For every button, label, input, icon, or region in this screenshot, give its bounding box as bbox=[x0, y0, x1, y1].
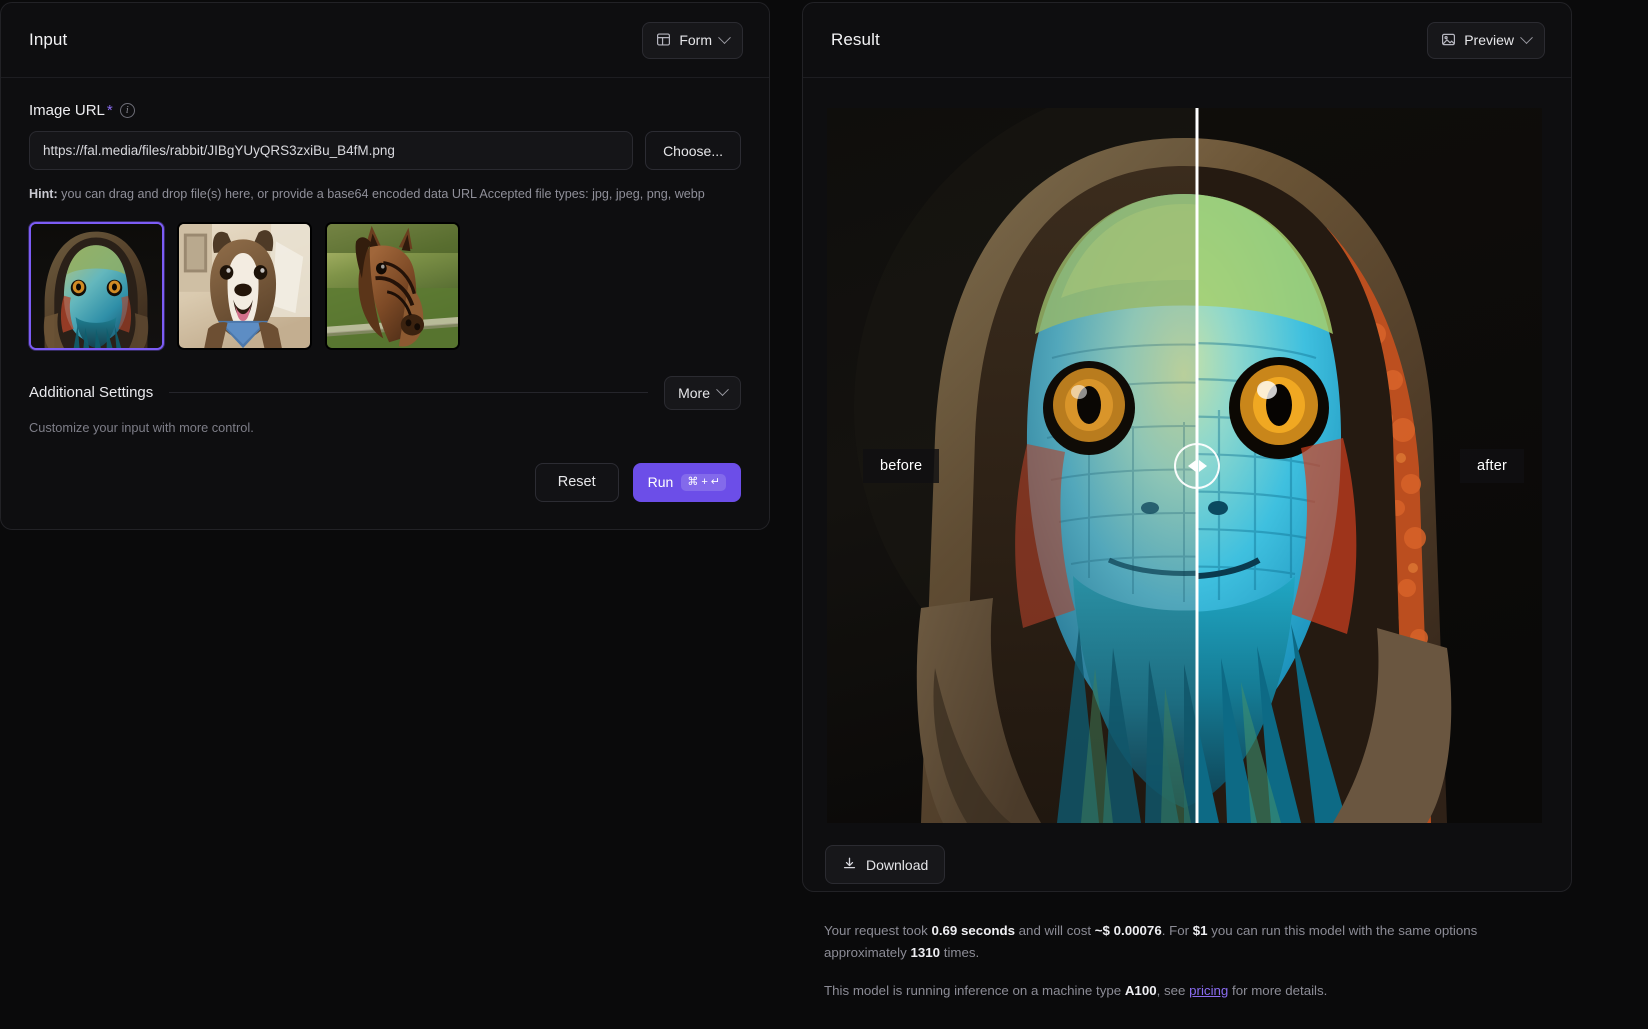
divider bbox=[169, 392, 649, 394]
choose-file-button[interactable]: Choose... bbox=[645, 131, 741, 170]
hint-text: you can drag and drop file(s) here, or p… bbox=[57, 187, 705, 201]
horse-thumbnail[interactable] bbox=[325, 221, 460, 350]
form-view-toggle-button[interactable]: Form bbox=[642, 21, 743, 59]
run-button-label: Run bbox=[647, 474, 674, 491]
right-arrow-icon bbox=[1198, 459, 1207, 472]
machine-note-text-3: for more details. bbox=[1228, 983, 1328, 999]
image-url-label: Image URL bbox=[29, 102, 105, 119]
shortcut-modifier: ⌘ bbox=[687, 475, 699, 488]
result-panel-header: Result Preview bbox=[803, 3, 1571, 77]
usage-notes: Your request took 0.69 seconds and will … bbox=[802, 892, 1522, 1002]
info-circle-icon[interactable]: i bbox=[119, 103, 135, 118]
machine-type: A100 bbox=[1124, 983, 1157, 999]
result-panel-title: Result bbox=[831, 30, 880, 49]
request-cost: ~$ 0.00076 bbox=[1094, 923, 1162, 938]
chevron-down-icon bbox=[718, 30, 731, 44]
shortcut-key: ↵ bbox=[710, 475, 720, 488]
comparison-slider-handle[interactable] bbox=[1174, 442, 1221, 489]
download-button[interactable]: Download bbox=[825, 845, 946, 884]
result-panel: Result Preview before after Download You… bbox=[802, 2, 1572, 1029]
preview-view-toggle-label: Preview bbox=[1464, 32, 1514, 48]
left-arrow-icon bbox=[1187, 459, 1196, 472]
input-panel: Input Form Image URL * i https://fal.med… bbox=[0, 2, 770, 530]
after-image-clip bbox=[1197, 108, 1542, 823]
download-button-label: Download bbox=[866, 856, 929, 873]
run-button[interactable]: Run ⌘ + ↵ bbox=[632, 462, 741, 502]
required-marker: * bbox=[106, 102, 113, 119]
machine-note-text-1: This model is running inference on a mac… bbox=[824, 983, 1125, 999]
after-image bbox=[1197, 108, 1542, 823]
before-after-comparison-slider[interactable]: before after bbox=[827, 108, 1542, 823]
download-icon bbox=[842, 856, 857, 873]
run-shortcut-badge: ⌘ + ↵ bbox=[681, 473, 726, 491]
additional-settings-header: Additional Settings More bbox=[29, 375, 741, 410]
shortcut-plus: + bbox=[701, 475, 708, 488]
hooded-lizard-thumbnail[interactable] bbox=[29, 221, 164, 350]
request-duration: 0.69 seconds bbox=[931, 923, 1015, 938]
pricing-link[interactable]: pricing bbox=[1189, 983, 1228, 998]
image-url-row: Choose... bbox=[29, 131, 741, 170]
result-panel-body: before after Download bbox=[803, 77, 1571, 891]
additional-settings-title: Additional Settings bbox=[29, 384, 154, 402]
download-row: Download bbox=[825, 845, 1543, 884]
image-url-label-row: Image URL * i bbox=[29, 102, 741, 119]
sample-thumbnails bbox=[29, 221, 741, 350]
chevron-down-icon bbox=[716, 383, 729, 397]
app-root: Input Form Image URL * i https://fal.med… bbox=[0, 0, 1648, 1029]
layout-panel-icon bbox=[656, 32, 671, 49]
cost-note-text-1: Your request took bbox=[824, 923, 932, 938]
more-settings-label: More bbox=[678, 384, 710, 401]
image-url-input[interactable] bbox=[29, 131, 634, 170]
image-icon bbox=[1441, 32, 1456, 49]
reset-button[interactable]: Reset bbox=[534, 462, 619, 502]
chevron-down-icon bbox=[1520, 30, 1533, 44]
preview-view-toggle-button[interactable]: Preview bbox=[1427, 21, 1545, 59]
more-settings-button[interactable]: More bbox=[664, 375, 741, 410]
input-panel-header: Input Form bbox=[1, 3, 769, 77]
input-panel-body: Image URL * i Choose... Hint: you can dr… bbox=[1, 77, 769, 529]
form-view-toggle-label: Form bbox=[679, 32, 712, 48]
input-actions: Reset Run ⌘ + ↵ bbox=[29, 462, 741, 529]
run-count: 1310 bbox=[910, 944, 941, 960]
additional-settings-description: Customize your input with more control. bbox=[29, 419, 254, 435]
cost-note-text-2: and will cost bbox=[1014, 923, 1095, 938]
cost-note: Your request took 0.69 seconds and will … bbox=[824, 920, 1494, 963]
cost-note-text-5: times. bbox=[940, 944, 980, 960]
dollar-amount: $1 bbox=[1192, 923, 1208, 938]
machine-note-text-2: , see bbox=[1156, 983, 1190, 999]
hint-bold-label: Hint: bbox=[29, 187, 58, 201]
dog-bandana-thumbnail[interactable] bbox=[177, 221, 312, 350]
cost-note-text-3: . For bbox=[1161, 923, 1193, 938]
input-panel-title: Input bbox=[29, 30, 68, 49]
result-card: Result Preview before after Download bbox=[802, 2, 1572, 892]
machine-note: This model is running inference on a mac… bbox=[824, 980, 1494, 1002]
upload-hint: Hint: you can drag and drop file(s) here… bbox=[29, 185, 729, 205]
